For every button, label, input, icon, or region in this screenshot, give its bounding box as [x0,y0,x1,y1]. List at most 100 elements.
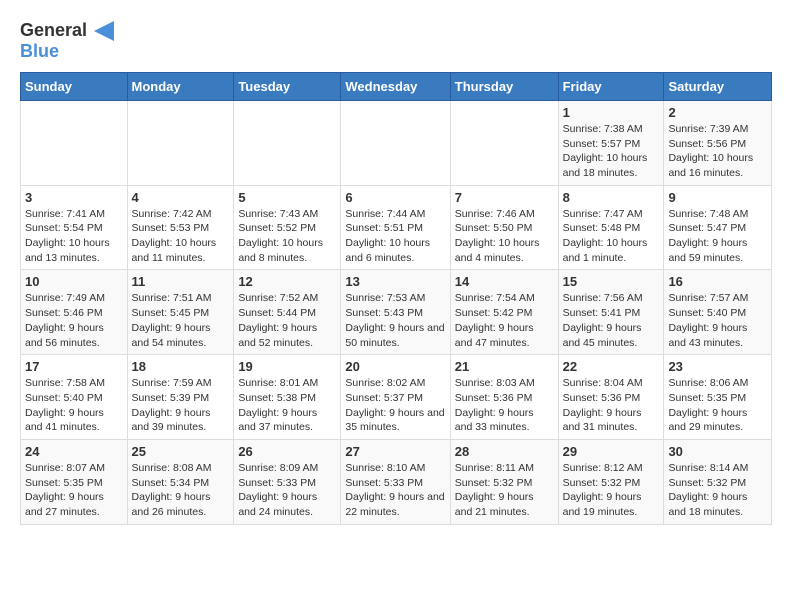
weekday-header-saturday: Saturday [664,72,772,100]
day-number: 8 [563,190,660,205]
day-number: 14 [455,274,554,289]
day-info: Sunrise: 7:48 AMSunset: 5:47 PMDaylight:… [668,207,767,266]
day-number: 4 [132,190,230,205]
calendar-cell [127,100,234,185]
calendar-cell: 12 Sunrise: 7:52 AMSunset: 5:44 PMDayligh… [234,270,341,355]
day-number: 2 [668,105,767,120]
calendar-cell: 13Sunrise: 7:53 AMSunset: 5:43 PMDayligh… [341,270,450,355]
day-info: Sunrise: 7:56 AMSunset: 5:41 PMDaylight:… [563,291,660,350]
day-info: Sunrise: 7:42 AMSunset: 5:53 PMDaylight:… [132,207,230,266]
day-info: Sunrise: 7:43 AMSunset: 5:52 PMDaylight:… [238,207,336,266]
calendar-cell: 30 Sunrise: 8:14 AMSunset: 5:32 PMDayligh… [664,439,772,524]
day-info: Sunrise: 7:53 AMSunset: 5:43 PMDaylight:… [345,291,445,350]
day-info: Sunrise: 7:58 AMSunset: 5:40 PMDaylight:… [25,376,123,435]
calendar-cell: 9Sunrise: 7:48 AMSunset: 5:47 PMDaylight… [664,185,772,270]
day-number: 11 [132,274,230,289]
day-number: 6 [345,190,445,205]
page-container: General Blue SundayMondayTuesdayWednesda… [0,0,792,535]
day-info: Sunrise: 8:02 AMSunset: 5:37 PMDaylight:… [345,376,445,435]
calendar-cell: 21 Sunrise: 8:03 AMSunset: 5:36 PMDayligh… [450,355,558,440]
day-info: Sunrise: 8:03 AMSunset: 5:36 PMDaylight:… [455,376,554,435]
calendar-cell: 5 Sunrise: 7:43 AMSunset: 5:52 PMDaylight… [234,185,341,270]
day-info: Sunrise: 7:47 AMSunset: 5:48 PMDaylight:… [563,207,660,266]
day-info: Sunrise: 8:09 AMSunset: 5:33 PMDaylight:… [238,461,336,520]
logo: General Blue [20,20,114,62]
weekday-header-wednesday: Wednesday [341,72,450,100]
day-info: Sunrise: 8:08 AMSunset: 5:34 PMDaylight:… [132,461,230,520]
calendar-table: SundayMondayTuesdayWednesdayThursdayFrid… [20,72,772,525]
calendar-cell: 10 Sunrise: 7:49 AMSunset: 5:46 PMDayligh… [21,270,128,355]
day-number: 15 [563,274,660,289]
calendar-cell: 27Sunrise: 8:10 AMSunset: 5:33 PMDayligh… [341,439,450,524]
weekday-header-tuesday: Tuesday [234,72,341,100]
day-number: 26 [238,444,336,459]
logo-text: General Blue [20,20,114,62]
calendar-week-3: 10 Sunrise: 7:49 AMSunset: 5:46 PMDayligh… [21,270,772,355]
day-info: Sunrise: 8:06 AMSunset: 5:35 PMDaylight:… [668,376,767,435]
day-number: 21 [455,359,554,374]
calendar-cell: 23 Sunrise: 8:06 AMSunset: 5:35 PMDayligh… [664,355,772,440]
day-number: 30 [668,444,767,459]
weekday-header-friday: Friday [558,72,664,100]
day-info: Sunrise: 8:01 AMSunset: 5:38 PMDaylight:… [238,376,336,435]
day-number: 29 [563,444,660,459]
day-number: 7 [455,190,554,205]
calendar-cell: 8 Sunrise: 7:47 AMSunset: 5:48 PMDaylight… [558,185,664,270]
day-info: Sunrise: 8:12 AMSunset: 5:32 PMDaylight:… [563,461,660,520]
weekday-header-sunday: Sunday [21,72,128,100]
day-info: Sunrise: 7:59 AMSunset: 5:39 PMDaylight:… [132,376,230,435]
calendar-cell: 16 Sunrise: 7:57 AMSunset: 5:40 PMDayligh… [664,270,772,355]
day-info: Sunrise: 7:38 AMSunset: 5:57 PMDaylight:… [563,122,660,181]
calendar-cell: 2 Sunrise: 7:39 AMSunset: 5:56 PMDaylight… [664,100,772,185]
day-info: Sunrise: 7:49 AMSunset: 5:46 PMDaylight:… [25,291,123,350]
day-number: 16 [668,274,767,289]
weekday-header-thursday: Thursday [450,72,558,100]
calendar-cell: 15 Sunrise: 7:56 AMSunset: 5:41 PMDayligh… [558,270,664,355]
calendar-cell: 24Sunrise: 8:07 AMSunset: 5:35 PMDayligh… [21,439,128,524]
calendar-cell: 29 Sunrise: 8:12 AMSunset: 5:32 PMDayligh… [558,439,664,524]
calendar-week-4: 17Sunrise: 7:58 AMSunset: 5:40 PMDayligh… [21,355,772,440]
day-info: Sunrise: 7:57 AMSunset: 5:40 PMDaylight:… [668,291,767,350]
calendar-cell: 14 Sunrise: 7:54 AMSunset: 5:42 PMDayligh… [450,270,558,355]
calendar-cell [341,100,450,185]
day-info: Sunrise: 8:11 AMSunset: 5:32 PMDaylight:… [455,461,554,520]
day-info: Sunrise: 7:51 AMSunset: 5:45 PMDaylight:… [132,291,230,350]
calendar-cell: 11 Sunrise: 7:51 AMSunset: 5:45 PMDayligh… [127,270,234,355]
weekday-header-monday: Monday [127,72,234,100]
calendar-cell [21,100,128,185]
day-number: 12 [238,274,336,289]
day-number: 19 [238,359,336,374]
calendar-cell: 26 Sunrise: 8:09 AMSunset: 5:33 PMDayligh… [234,439,341,524]
day-number: 10 [25,274,123,289]
day-info: Sunrise: 8:04 AMSunset: 5:36 PMDaylight:… [563,376,660,435]
calendar-cell: 25Sunrise: 8:08 AMSunset: 5:34 PMDayligh… [127,439,234,524]
weekday-header-row: SundayMondayTuesdayWednesdayThursdayFrid… [21,72,772,100]
day-info: Sunrise: 7:52 AMSunset: 5:44 PMDaylight:… [238,291,336,350]
calendar-cell: 17Sunrise: 7:58 AMSunset: 5:40 PMDayligh… [21,355,128,440]
calendar-cell: 18 Sunrise: 7:59 AMSunset: 5:39 PMDayligh… [127,355,234,440]
day-number: 23 [668,359,767,374]
calendar-week-5: 24Sunrise: 8:07 AMSunset: 5:35 PMDayligh… [21,439,772,524]
day-info: Sunrise: 7:54 AMSunset: 5:42 PMDaylight:… [455,291,554,350]
day-number: 5 [238,190,336,205]
day-info: Sunrise: 8:14 AMSunset: 5:32 PMDaylight:… [668,461,767,520]
day-info: Sunrise: 8:10 AMSunset: 5:33 PMDaylight:… [345,461,445,520]
day-info: Sunrise: 7:41 AMSunset: 5:54 PMDaylight:… [25,207,123,266]
day-info: Sunrise: 8:07 AMSunset: 5:35 PMDaylight:… [25,461,123,520]
day-info: Sunrise: 7:39 AMSunset: 5:56 PMDaylight:… [668,122,767,181]
calendar-cell: 1 Sunrise: 7:38 AMSunset: 5:57 PMDaylight… [558,100,664,185]
day-number: 18 [132,359,230,374]
day-number: 20 [345,359,445,374]
calendar-cell [234,100,341,185]
calendar-cell: 7 Sunrise: 7:46 AMSunset: 5:50 PMDaylight… [450,185,558,270]
day-number: 28 [455,444,554,459]
day-number: 1 [563,105,660,120]
calendar-cell: 20 Sunrise: 8:02 AMSunset: 5:37 PMDayligh… [341,355,450,440]
header: General Blue [20,20,772,62]
calendar-body: 1 Sunrise: 7:38 AMSunset: 5:57 PMDaylight… [21,100,772,524]
day-info: Sunrise: 7:46 AMSunset: 5:50 PMDaylight:… [455,207,554,266]
calendar-cell: 6Sunrise: 7:44 AMSunset: 5:51 PMDaylight… [341,185,450,270]
calendar-header: SundayMondayTuesdayWednesdayThursdayFrid… [21,72,772,100]
calendar-cell: 28 Sunrise: 8:11 AMSunset: 5:32 PMDayligh… [450,439,558,524]
day-number: 3 [25,190,123,205]
